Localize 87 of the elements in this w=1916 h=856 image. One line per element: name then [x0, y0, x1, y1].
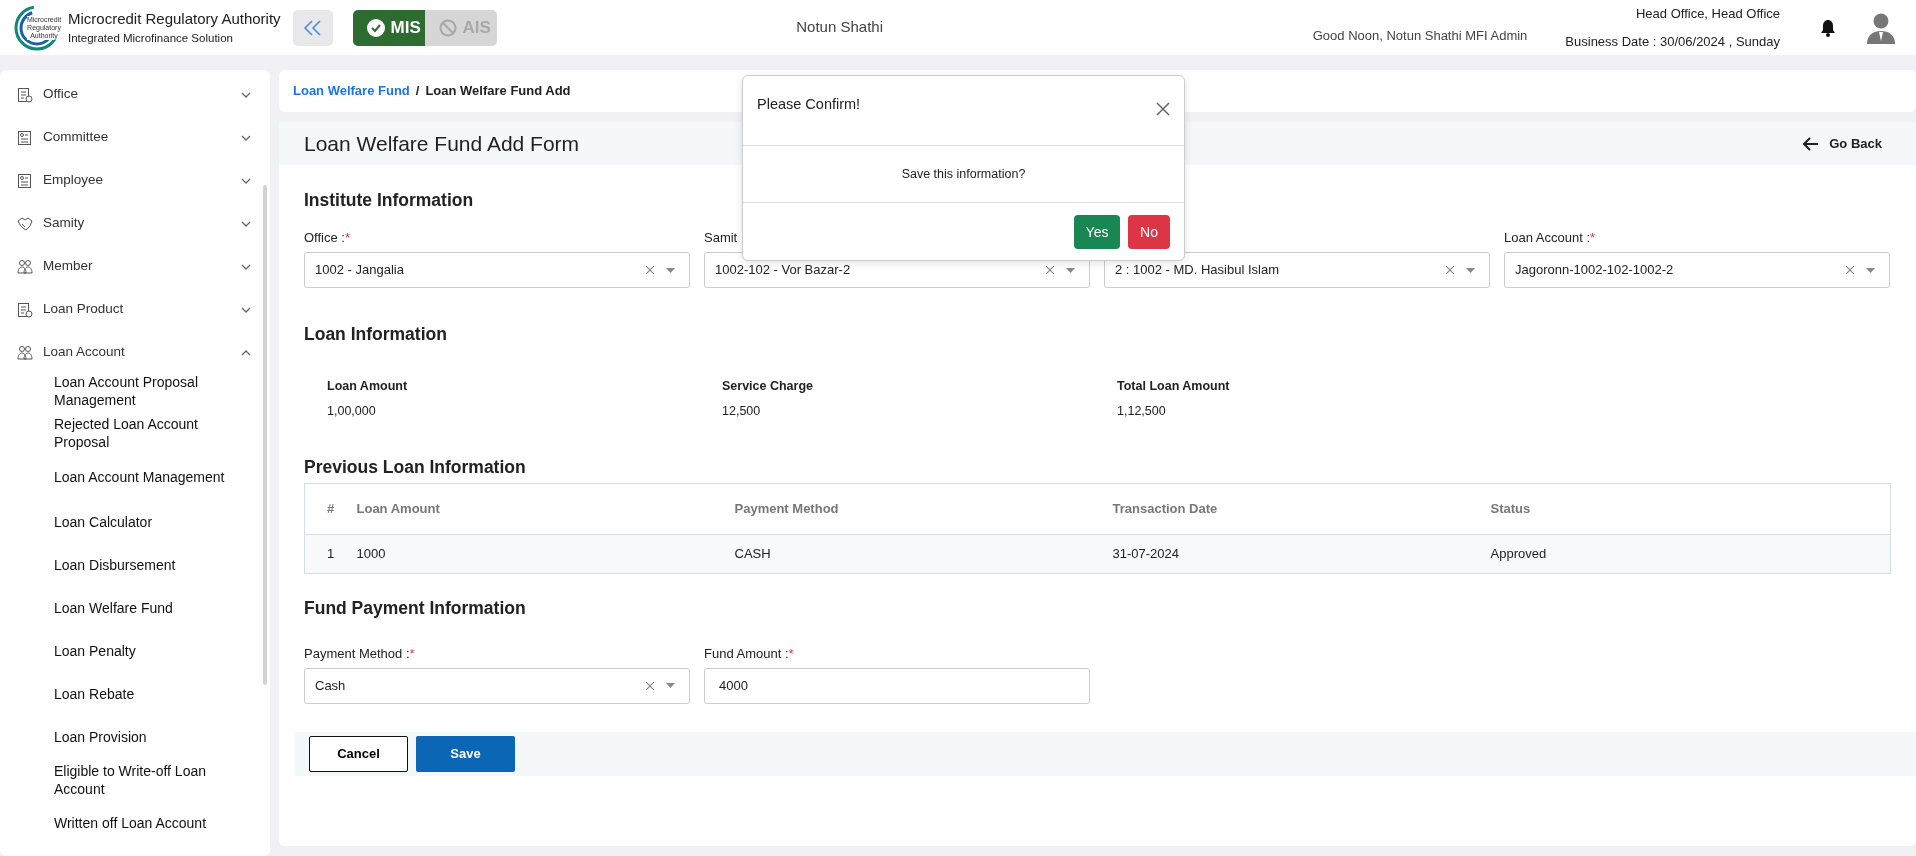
- table-cell: 1000: [356, 545, 386, 561]
- clear-icon[interactable]: [1046, 266, 1054, 274]
- select-field[interactable]: Jagoronn-1002-102-1002-2: [1504, 252, 1890, 288]
- table-cell: 1: [327, 545, 335, 561]
- sidebar-item[interactable]: Samity: [0, 202, 270, 245]
- caret-down-icon[interactable]: [1066, 267, 1075, 273]
- dialog-title: Please Confirm!: [757, 95, 861, 114]
- sidebar-subitem[interactable]: Eligible to Write-off Loan Account: [0, 758, 270, 801]
- breadcrumb-separator: /: [415, 82, 420, 101]
- dialog-message: Save this information?: [901, 165, 1026, 183]
- table-cell: Approved: [1490, 545, 1547, 561]
- close-icon: [1156, 102, 1170, 117]
- column-header: Payment Method: [734, 500, 839, 516]
- column-header: Status: [1490, 500, 1531, 516]
- section-heading: Institute Information: [304, 190, 475, 211]
- form-title: Loan Welfare Fund Add Form: [304, 130, 580, 157]
- double-chevron-left-icon: [301, 18, 324, 37]
- info-value: 1,12,500: [1117, 402, 1167, 420]
- sidebar-item[interactable]: Office: [0, 73, 270, 116]
- caret-down-icon[interactable]: [666, 267, 675, 273]
- info-label: Service Charge: [722, 378, 815, 395]
- info-label: Loan Amount: [327, 378, 409, 395]
- field-label: Samit: [704, 229, 739, 247]
- sidebar-subitem[interactable]: Rejected Loan Account Proposal: [0, 412, 270, 454]
- org-subtitle: Integrated Microfinance Solution: [68, 31, 234, 47]
- people-icon: [17, 344, 33, 361]
- sidebar-item[interactable]: Committee: [0, 116, 270, 159]
- field-label: Loan Account :*: [1504, 229, 1597, 247]
- notification-bell-icon[interactable]: [1820, 18, 1836, 37]
- people-icon: [17, 258, 33, 275]
- sidebar-subitem[interactable]: Loan Provision: [0, 715, 270, 758]
- column-header: #: [327, 500, 335, 516]
- caret-down-icon[interactable]: [1466, 267, 1475, 273]
- office-name: Head Office, Head Office: [1635, 5, 1780, 23]
- table-cell: CASH: [734, 545, 771, 561]
- clear-icon[interactable]: [1446, 266, 1454, 274]
- info-label: Total Loan Amount: [1117, 378, 1231, 395]
- document-icon: [17, 86, 33, 103]
- caret-down-icon[interactable]: [666, 683, 675, 688]
- breadcrumb-current: Loan Welfare Fund Add: [425, 82, 571, 101]
- sidebar-subitem[interactable]: Loan Rebate: [0, 672, 270, 715]
- select-field[interactable]: Cash: [304, 667, 690, 704]
- info-value: 12,500: [722, 402, 762, 420]
- sidebar-subitem[interactable]: Loan Calculator: [0, 500, 270, 543]
- id-card-icon: [17, 172, 33, 189]
- sidebar-subitem[interactable]: Loan Penalty: [0, 629, 270, 672]
- breadcrumb-link[interactable]: Loan Welfare Fund: [293, 81, 410, 101]
- org-name: Microcredit Regulatory Authority: [68, 8, 281, 29]
- go-back-button[interactable]: Go Back: [1797, 132, 1888, 155]
- clear-icon[interactable]: [646, 266, 654, 274]
- section-heading: Loan Information: [304, 324, 448, 345]
- no-button[interactable]: No: [1128, 215, 1170, 249]
- sidebar-subitem[interactable]: Loan Disbursement: [0, 543, 270, 586]
- clear-icon[interactable]: [646, 681, 654, 690]
- greeting-text: Good Noon, Notun Shathi MFI Admin: [1312, 26, 1528, 45]
- module-toggle[interactable]: MIS: [352, 9, 425, 46]
- sidebar-item[interactable]: Employee: [0, 159, 270, 202]
- sidebar-subitem[interactable]: Written off Loan Account: [0, 801, 270, 844]
- info-value: 1,00,000: [327, 402, 377, 420]
- section-heading: Previous Loan Information: [304, 456, 527, 478]
- select-field[interactable]: 2 : 1002 - MD. Hasibul Islam: [1104, 252, 1490, 288]
- business-date: Business Date : 30/06/2024 , Sunday: [1565, 32, 1780, 51]
- section-heading: Fund Payment Information: [304, 597, 527, 619]
- cancel-button[interactable]: Cancel: [309, 735, 408, 772]
- input-field[interactable]: 4000: [704, 667, 1090, 704]
- sidebar-item[interactable]: Loan Product: [0, 288, 270, 331]
- user-avatar-icon[interactable]: [1866, 11, 1896, 44]
- save-button[interactable]: Save: [416, 735, 515, 772]
- field-label: Fund Amount :*: [704, 644, 795, 663]
- table-cell: 31-07-2024: [1112, 545, 1179, 561]
- select-field[interactable]: 1002 - Jangalia: [304, 252, 690, 288]
- column-header: Loan Amount: [356, 500, 440, 516]
- clear-icon[interactable]: [1846, 266, 1854, 274]
- yes-button[interactable]: Yes: [1074, 215, 1120, 249]
- document-icon: [17, 301, 33, 318]
- app-title: Notun Shathi: [796, 17, 883, 38]
- collapse-sidebar-button[interactable]: [292, 9, 333, 46]
- id-card-icon: [17, 129, 33, 146]
- sidebar-subitem[interactable]: Loan Account Management: [0, 454, 270, 500]
- caret-down-icon[interactable]: [1866, 267, 1875, 273]
- scrollbar[interactable]: [263, 185, 267, 685]
- sidebar-item[interactable]: Member: [0, 245, 270, 288]
- column-header: Transaction Date: [1112, 500, 1218, 516]
- field-label: Office :*: [304, 229, 351, 247]
- arrow-left-icon: [1803, 136, 1820, 151]
- sidebar-subitem[interactable]: Loan Welfare Fund: [0, 586, 270, 629]
- field-label: Payment Method :*: [304, 644, 416, 663]
